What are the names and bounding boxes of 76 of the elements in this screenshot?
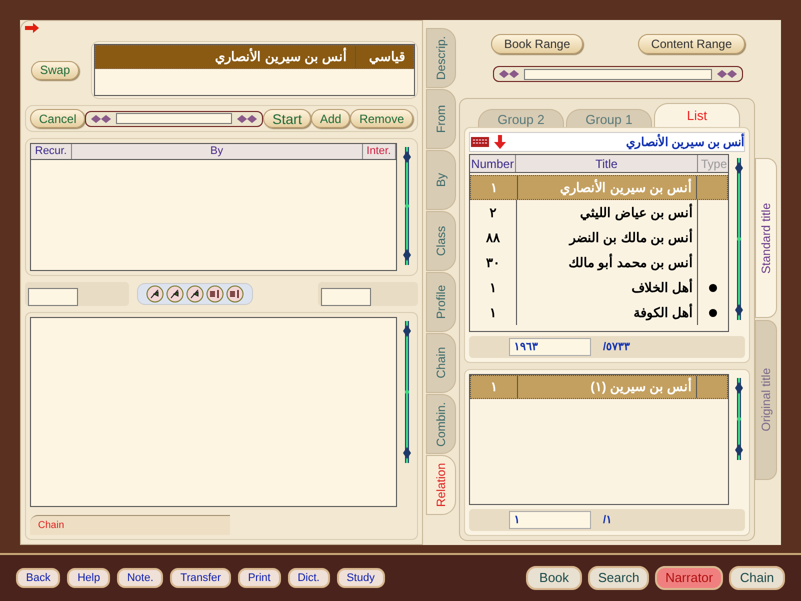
list-row[interactable]: ١ أهل الكوفة: [470, 300, 728, 325]
input-field[interactable]: [28, 288, 78, 306]
table-cell-text: ١: [490, 378, 498, 396]
arrow-down-icon[interactable]: [492, 134, 508, 150]
add-button[interactable]: Add: [310, 109, 350, 128]
nav-button[interactable]: Print: [238, 568, 281, 588]
column-header[interactable]: Number: [470, 155, 516, 172]
table-cell-text: أنس بن سيرين الأنصاري: [214, 47, 348, 66]
nav-button[interactable]: Help: [67, 568, 110, 588]
nav-button[interactable]: Transfer: [170, 568, 231, 588]
side-tab[interactable]: Descrip.: [426, 28, 456, 88]
table-cell-text: ١: [488, 278, 498, 297]
position-field[interactable]: ١٩٦٣: [509, 338, 591, 356]
flag-icon[interactable]: [186, 285, 204, 303]
search-field[interactable]: أنس بن سيرين الأنصاري: [469, 132, 745, 152]
column-header[interactable]: By: [72, 144, 363, 159]
column-header[interactable]: Recur.: [31, 144, 72, 159]
side-tab[interactable]: Relation: [426, 455, 456, 515]
remove-button[interactable]: Remove: [350, 109, 413, 128]
table-cell-text: ١: [488, 304, 498, 322]
list-row[interactable]: ٨٨ أنس بن مالك بن النضر: [470, 225, 728, 250]
nav-button[interactable]: Note.: [117, 568, 164, 588]
side-tab[interactable]: By: [426, 150, 456, 210]
ornament-icon: [236, 114, 258, 124]
list-row[interactable]: ٢ أنس بن عياض الليثي: [470, 200, 728, 225]
ornament-icon: [498, 69, 520, 79]
column-header[interactable]: Inter.: [362, 144, 396, 159]
side-tab[interactable]: Profile: [426, 272, 456, 332]
ornament-icon: [90, 114, 112, 124]
table-cell: أهل الكوفة: [516, 300, 698, 325]
table-cell-text: ٨٨: [485, 228, 501, 247]
nav-button[interactable]: Back: [16, 568, 60, 588]
range-button[interactable]: Book Range: [491, 34, 584, 54]
nav-button[interactable]: Book: [526, 566, 582, 590]
nav-button[interactable]: Dict.: [288, 568, 330, 588]
swap-button[interactable]: Swap: [31, 60, 80, 80]
table-cell: أنس بن محمد أبو مالك: [516, 250, 698, 275]
list-row[interactable]: ٣٠ أنس بن محمد أبو مالك: [470, 250, 728, 275]
side-tab[interactable]: Standard title: [755, 158, 777, 318]
bullet-icon: [709, 308, 717, 316]
start-button[interactable]: Start: [263, 109, 311, 128]
nav-button[interactable]: Search: [588, 566, 650, 590]
table-cell-text: ٢: [488, 204, 498, 222]
side-tab[interactable]: Class: [426, 211, 456, 271]
table-cell: أنس بن سيرين (١): [517, 376, 697, 398]
table-cell: أنس بن سيرين الأنصاري: [517, 176, 697, 199]
total-count: /١: [603, 512, 612, 528]
flag-icon[interactable]: [166, 285, 184, 303]
cancel-button[interactable]: Cancel: [30, 109, 86, 128]
table-cell: أهل الخلاف: [516, 275, 698, 300]
ornament-icon: [716, 69, 738, 79]
tab[interactable]: List: [654, 103, 740, 127]
arrow-right-icon[interactable]: [25, 23, 39, 33]
position-field[interactable]: ١: [509, 510, 591, 530]
input-field[interactable]: [321, 288, 371, 306]
table-cell: قياسي: [355, 46, 413, 68]
list-row[interactable]: ١ أهل الخلاف: [470, 275, 728, 300]
bottom-tab[interactable]: Chain: [30, 515, 230, 535]
bullet-icon: [709, 284, 717, 292]
input-field[interactable]: [85, 110, 264, 126]
nav-button[interactable]: Study: [336, 568, 385, 588]
total-count: /٥٧٣٣: [603, 340, 630, 355]
side-tab[interactable]: Combin.: [426, 394, 456, 454]
flag-icon[interactable]: [146, 285, 164, 303]
keyboard-icon[interactable]: [470, 134, 490, 150]
range-button[interactable]: Content Range: [638, 34, 745, 54]
nav-button[interactable]: Chain: [729, 566, 785, 590]
side-tab[interactable]: From: [426, 89, 456, 149]
column-header[interactable]: Title: [516, 155, 698, 172]
table-cell-text: ٣٠: [485, 254, 501, 272]
side-tab[interactable]: Chain: [426, 333, 456, 393]
table-cell: أنس بن عياض الليثي: [516, 200, 698, 225]
input-field[interactable]: [493, 66, 743, 82]
table-row[interactable]: قياسي أنس بن سيرين الأنصاري: [95, 45, 414, 69]
table-cell: أنس بن مالك بن النضر: [516, 225, 698, 250]
table-cell-text: ١: [490, 178, 498, 197]
